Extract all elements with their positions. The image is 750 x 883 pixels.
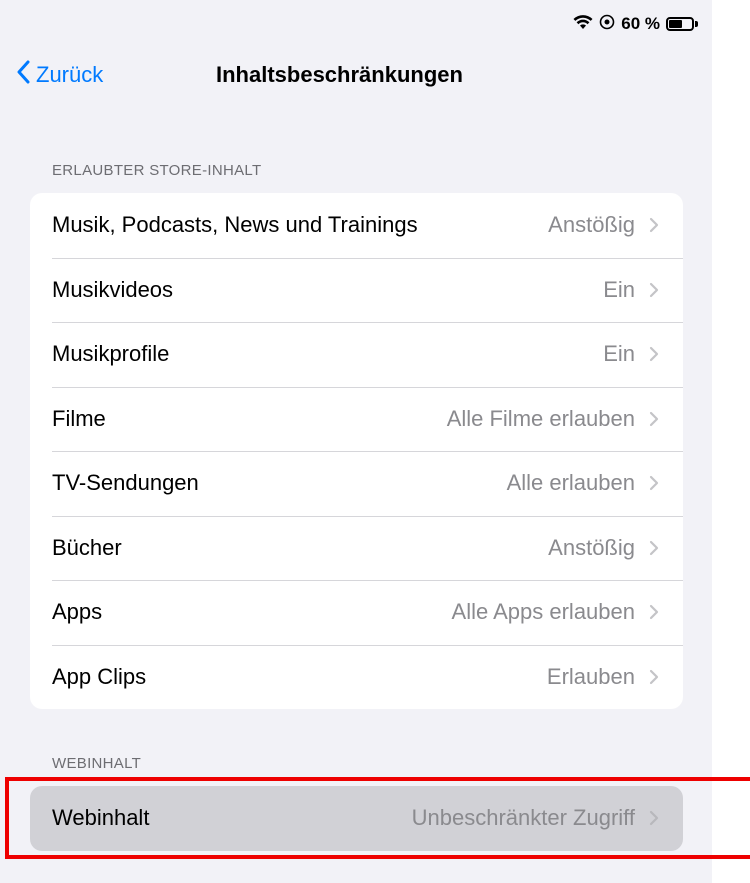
row-label: App Clips (52, 663, 147, 689)
row-label: Musik, Podcasts, News und Trainings (52, 212, 418, 238)
status-bar: 60 % (573, 12, 698, 36)
row-value: Ein (603, 276, 635, 302)
row-app-clips[interactable]: App Clips Erlauben (30, 644, 683, 710)
row-music-podcasts[interactable]: Musik, Podcasts, News und Trainings Anst… (30, 193, 683, 258)
chevron-right-icon (649, 411, 659, 427)
navigation-bar: Zurück Inhaltsbeschränkungen (0, 52, 712, 98)
chevron-right-icon (649, 217, 659, 233)
wifi-icon (573, 14, 593, 35)
chevron-right-icon (649, 282, 659, 298)
row-value: Alle erlauben (506, 470, 635, 496)
chevron-right-icon (649, 475, 659, 491)
chevron-right-icon (649, 669, 659, 685)
chevron-left-icon (16, 60, 30, 90)
row-label: Musikprofile (52, 341, 170, 367)
row-label: Bücher (52, 534, 122, 560)
row-value: Alle Filme erlauben (446, 405, 635, 431)
row-movies[interactable]: Filme Alle Filme erlauben (30, 386, 683, 452)
back-button[interactable]: Zurück (16, 60, 103, 90)
row-label: Musikvideos (52, 276, 174, 302)
battery-level-fill (669, 20, 683, 28)
row-value: Anstößig (548, 212, 635, 238)
back-label: Zurück (36, 62, 104, 87)
row-value: Erlauben (546, 663, 635, 689)
row-music-videos[interactable]: Musikvideos Ein (30, 257, 683, 323)
row-books[interactable]: Bücher Anstößig (30, 515, 683, 581)
battery-icon (666, 17, 698, 31)
row-value: Ein (603, 341, 635, 367)
row-label: TV-Sendungen (52, 470, 199, 496)
row-label: Apps (52, 599, 103, 625)
chevron-right-icon (649, 346, 659, 362)
chevron-right-icon (649, 540, 659, 556)
row-web-content[interactable]: Webinhalt Unbeschränkter Zugriff (30, 786, 683, 851)
row-tv-shows[interactable]: TV-Sendungen Alle erlauben (30, 451, 683, 516)
web-content-group: Webinhalt Unbeschränkter Zugriff (30, 786, 683, 851)
web-section-header: WEBINHALT (52, 755, 142, 772)
store-section-header: ERLAUBTER STORE-INHALT (52, 162, 262, 179)
row-apps[interactable]: Apps Alle Apps erlauben (30, 580, 683, 645)
battery-percentage: 60 % (621, 14, 660, 33)
store-content-group: Musik, Podcasts, News und Trainings Anst… (30, 193, 683, 709)
row-label: Webinhalt (52, 805, 150, 831)
chevron-right-icon (649, 604, 659, 620)
page-title: Inhaltsbeschränkungen (216, 62, 463, 87)
chevron-right-icon (649, 810, 659, 826)
row-value: Anstößig (548, 534, 635, 560)
row-value: Alle Apps erlauben (451, 599, 635, 625)
location-lock-icon (599, 14, 615, 35)
row-music-profiles[interactable]: Musikprofile Ein (30, 322, 683, 387)
row-label: Filme (52, 405, 106, 431)
row-value: Unbeschränkter Zugriff (411, 805, 635, 831)
settings-screen: 60 % Zurück Inhaltsbeschränkungen ERLAUB… (0, 0, 712, 883)
